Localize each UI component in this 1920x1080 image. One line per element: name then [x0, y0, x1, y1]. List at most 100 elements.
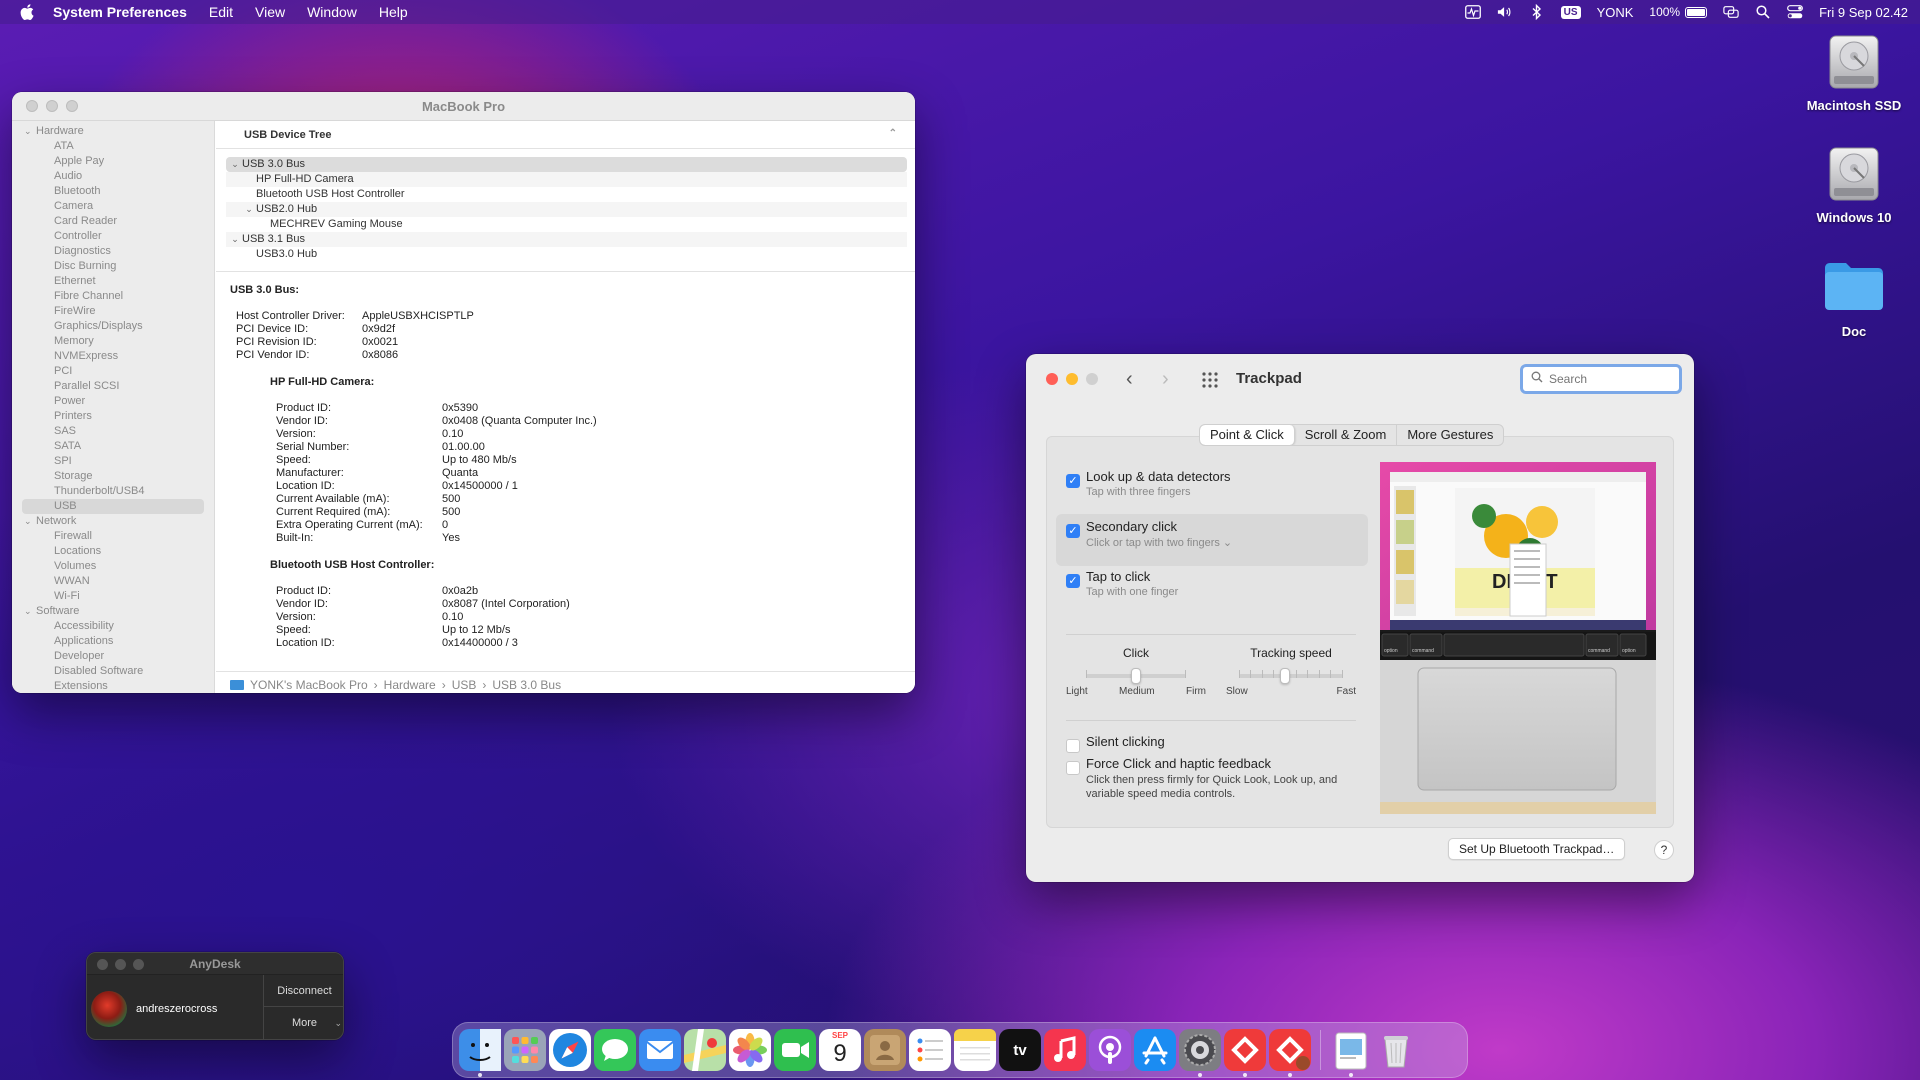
close-button[interactable] [1046, 373, 1058, 385]
option-force-click[interactable]: Force Click and haptic feedback Click th… [1066, 756, 1366, 801]
click-slider[interactable] [1086, 668, 1186, 684]
dock-anydesk-alt-icon[interactable] [1269, 1029, 1311, 1077]
sidebar-item[interactable]: Thunderbolt/USB4 [12, 484, 214, 499]
dock-reminders-icon[interactable] [909, 1029, 951, 1071]
dock-podcasts-icon[interactable] [1089, 1029, 1131, 1071]
sidebar-item[interactable]: Wi-Fi [12, 589, 214, 604]
dock-notes-icon[interactable] [954, 1029, 996, 1071]
sidebar-item[interactable]: Controller [12, 229, 214, 244]
sidebar-item[interactable]: Locations [12, 544, 214, 559]
dock-calendar-icon[interactable]: SEP 9 [819, 1029, 861, 1071]
menu-view[interactable]: View [255, 4, 285, 20]
dock-facetime-icon[interactable] [774, 1029, 816, 1071]
spotlight-search-icon[interactable] [1755, 4, 1771, 20]
breadcrumb-item[interactable]: USB [452, 678, 477, 692]
sidebar-item[interactable]: Disc Burning [12, 259, 214, 274]
sidebar-item[interactable]: Storage [12, 469, 214, 484]
menu-clock[interactable]: Fri 9 Sep 02.42 [1819, 5, 1908, 20]
dock-mail-icon[interactable] [639, 1029, 681, 1071]
tab-point-and-click[interactable]: Point & Click [1200, 425, 1295, 445]
tracking-slider-knob[interactable] [1279, 668, 1290, 684]
option-look-up[interactable]: ✓ Look up & data detectors Tap with thre… [1066, 469, 1231, 498]
tap-to-click-checkbox[interactable]: ✓ [1066, 574, 1080, 588]
sidebar-item[interactable]: NVMExpress [12, 349, 214, 364]
battery-status[interactable]: 100% [1649, 5, 1708, 19]
dock-photos-icon[interactable] [729, 1029, 771, 1071]
minimize-button[interactable] [1066, 373, 1078, 385]
dock-trash-icon[interactable] [1375, 1029, 1417, 1071]
sidebar-item[interactable]: Apple Pay [12, 154, 214, 169]
sidebar-item[interactable]: Camera [12, 199, 214, 214]
force-click-checkbox[interactable] [1066, 761, 1080, 775]
device-tree-header[interactable]: USB Device Tree ⌃ [216, 121, 915, 149]
zoom-button[interactable] [1086, 373, 1098, 385]
sidebar-item[interactable]: SPI [12, 454, 214, 469]
desktop-icon-doc[interactable]: Doc [1794, 256, 1914, 339]
dock-finder-icon[interactable] [459, 1029, 501, 1077]
control-center-icon[interactable] [1787, 4, 1804, 20]
setup-bluetooth-trackpad-button[interactable]: Set Up Bluetooth Trackpad… [1448, 838, 1626, 860]
dock-maps-icon[interactable] [684, 1029, 726, 1071]
sidebar-item[interactable]: Power [12, 394, 214, 409]
dock-safari-icon[interactable] [549, 1029, 591, 1071]
input-source-badge[interactable]: US [1560, 5, 1581, 19]
option-secondary-click[interactable]: ✓ Secondary click Click or tap with two … [1066, 519, 1232, 549]
dock-messages-icon[interactable] [594, 1029, 636, 1071]
menu-help[interactable]: Help [379, 4, 408, 20]
activity-monitor-icon[interactable] [1464, 4, 1481, 20]
device-tree-row[interactable]: USB3.0 Hub [226, 247, 907, 262]
volume-icon[interactable] [1497, 4, 1513, 20]
window-titlebar[interactable]: AnyDesk [87, 953, 343, 975]
sidebar-item[interactable]: WWAN [12, 574, 214, 589]
dock-contacts-icon[interactable] [864, 1029, 906, 1071]
option-tap-to-click[interactable]: ✓ Tap to click Tap with one finger [1066, 569, 1178, 598]
device-tree-row[interactable]: MECHREV Gaming Mouse [226, 217, 907, 232]
sidebar-item[interactable]: Diagnostics [12, 244, 214, 259]
breadcrumb-item[interactable]: YONK's MacBook Pro [250, 678, 368, 692]
more-button[interactable]: More ⌄ [264, 1007, 343, 1039]
click-slider-knob[interactable] [1131, 668, 1141, 684]
sidebar-item[interactable]: Ethernet [12, 274, 214, 289]
chevron-up-icon[interactable]: ⌃ [889, 128, 897, 139]
search-field[interactable] [1520, 364, 1682, 394]
look-up-checkbox[interactable]: ✓ [1066, 474, 1080, 488]
dock-app-store-icon[interactable] [1134, 1029, 1176, 1071]
desktop-icon-windows-10[interactable]: Windows 10 [1794, 144, 1914, 225]
tab-scroll-and-zoom[interactable]: Scroll & Zoom [1295, 425, 1398, 445]
secondary-click-dropdown[interactable]: Click or tap with two fingers ⌄ [1086, 536, 1232, 549]
disclosure-chevron-icon[interactable]: ⌄ [24, 514, 36, 529]
device-tree-row[interactable]: ⌄ USB 3.1 Bus [226, 232, 907, 247]
sidebar-item[interactable]: Extensions [12, 679, 214, 693]
tracking-speed-slider[interactable] [1239, 668, 1343, 684]
show-all-grid-icon[interactable] [1202, 372, 1218, 388]
sidebar-item[interactable]: Graphics/Displays [12, 319, 214, 334]
tab-more-gestures[interactable]: More Gestures [1397, 425, 1503, 445]
window-titlebar[interactable]: MacBook Pro [12, 92, 915, 121]
sidebar-item[interactable]: PCI [12, 364, 214, 379]
sidebar-item[interactable]: Bluetooth [12, 184, 214, 199]
device-tree-row[interactable]: ⌄ USB2.0 Hub [226, 202, 907, 217]
sidebar-item[interactable]: ATA [12, 139, 214, 154]
dock-preview-icon[interactable] [1330, 1029, 1372, 1077]
breadcrumb-item[interactable]: USB 3.0 Bus [492, 678, 561, 692]
back-chevron-icon[interactable]: ‹ [1126, 368, 1133, 391]
sidebar-item[interactable]: SAS [12, 424, 214, 439]
disclosure-chevron-icon[interactable]: ⌄ [228, 157, 242, 172]
sidebar-item[interactable]: Parallel SCSI [12, 379, 214, 394]
dock-launchpad-icon[interactable] [504, 1029, 546, 1071]
sidebar-item[interactable]: Firewall [12, 529, 214, 544]
sidebar-item[interactable]: FireWire [12, 304, 214, 319]
breadcrumb-item[interactable]: Hardware [384, 678, 436, 692]
sidebar-item[interactable]: Applications [12, 634, 214, 649]
device-tree-row[interactable]: HP Full-HD Camera [226, 172, 907, 187]
sidebar-group[interactable]: ⌄ Software [12, 604, 214, 619]
device-tree-row[interactable]: ⌄ USB 3.0 Bus [226, 157, 907, 172]
dock-apple-tv-icon[interactable]: tv [999, 1029, 1041, 1071]
disconnect-button[interactable]: Disconnect [264, 975, 343, 1007]
sidebar-item[interactable]: Fibre Channel [12, 289, 214, 304]
option-silent-clicking[interactable]: Silent clicking [1066, 734, 1165, 753]
dock-system-preferences-icon[interactable] [1179, 1029, 1221, 1077]
device-tree-row[interactable]: Bluetooth USB Host Controller [226, 187, 907, 202]
disclosure-chevron-icon[interactable]: ⌄ [228, 232, 242, 247]
sidebar-item[interactable]: Printers [12, 409, 214, 424]
